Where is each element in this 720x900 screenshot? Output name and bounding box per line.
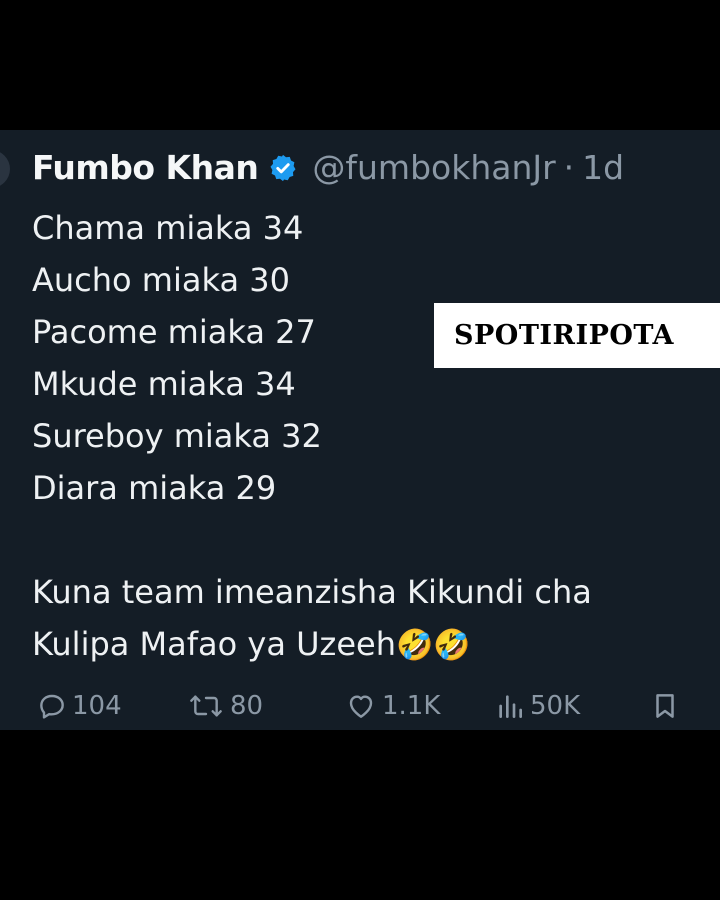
repost-button[interactable]: 80 xyxy=(182,690,263,722)
separator-dot: · xyxy=(563,148,575,187)
bookmark-button[interactable] xyxy=(646,690,680,722)
views-count: 50K xyxy=(530,691,581,721)
like-count: 1.1K xyxy=(382,691,441,721)
views-button[interactable]: 50K xyxy=(490,690,580,722)
bookmark-icon xyxy=(650,690,680,722)
verified-badge-icon xyxy=(268,153,298,183)
laughing-emoji: 🤣🤣 xyxy=(395,628,471,663)
repost-icon xyxy=(186,690,226,722)
tweet-message-text: Kulipa Mafao ya Uzeeh xyxy=(32,625,396,663)
like-button[interactable]: 1.1K xyxy=(340,690,440,722)
post-time[interactable]: 1d xyxy=(582,148,624,187)
reply-count: 104 xyxy=(72,691,122,721)
tweet-header: Fumbo Khan @fumbokhanJr · 1d xyxy=(32,148,624,187)
avatar[interactable] xyxy=(0,150,10,188)
watermark-banner: SPOTIRIPOTA xyxy=(434,303,720,368)
tweet-actions: 104 80 1.1K 50K xyxy=(32,690,720,730)
author-name[interactable]: Fumbo Khan xyxy=(32,148,259,187)
tweet-message-line: Kuna team imeanzisha Kikundi cha xyxy=(32,573,592,611)
tweet-line: Aucho miaka 30 xyxy=(32,261,290,299)
repost-count: 80 xyxy=(230,691,264,721)
tweet-card[interactable]: Fumbo Khan @fumbokhanJr · 1d Chama miaka… xyxy=(0,130,720,730)
like-icon xyxy=(344,690,378,722)
reply-button[interactable]: 104 xyxy=(32,690,122,722)
tweet-message-line: Kulipa Mafao ya Uzeeh🤣🤣 xyxy=(32,618,692,670)
views-icon xyxy=(494,690,526,722)
reply-icon xyxy=(36,690,68,722)
tweet-line: Chama miaka 34 xyxy=(32,209,304,247)
author-handle[interactable]: @fumbokhanJr xyxy=(312,148,555,187)
tweet-text: Chama miaka 34 Aucho miaka 30 Pacome mia… xyxy=(32,202,692,670)
tweet-line: Diara miaka 29 xyxy=(32,469,277,507)
tweet-line: Sureboy miaka 32 xyxy=(32,417,322,455)
